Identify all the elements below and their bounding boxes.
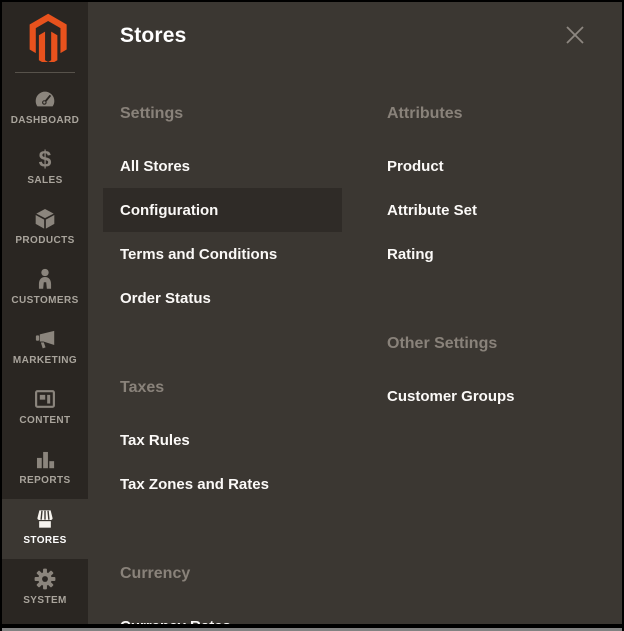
sidebar-item-marketing[interactable]: MARKETING <box>2 319 88 379</box>
person-icon <box>32 266 58 292</box>
section-other-settings: Other Settings Customer Groups <box>387 334 609 418</box>
flyout-column-right: Attributes Product Attribute Set Rating … <box>387 104 609 631</box>
megaphone-icon <box>32 326 58 352</box>
sidebar-item-label: DASHBOARD <box>11 115 80 126</box>
window-bottom-edge <box>2 624 622 631</box>
menu-item-rating[interactable]: Rating <box>370 232 609 276</box>
close-icon <box>564 24 586 46</box>
section-header: Currency <box>120 564 387 584</box>
sidebar-item-label: SALES <box>27 175 62 186</box>
sidebar-nav: DASHBOARD $ SALES PRODUCTS <box>2 79 88 619</box>
section-taxes: Taxes Tax Rules Tax Zones and Rates <box>120 378 387 506</box>
sidebar-item-products[interactable]: PRODUCTS <box>2 199 88 259</box>
stores-flyout-menu: Stores Settings All Stores Configuration… <box>88 2 622 631</box>
menu-item-product[interactable]: Product <box>370 144 609 188</box>
box-icon <box>32 206 58 232</box>
sidebar-item-label: CUSTOMERS <box>11 295 78 306</box>
sidebar-item-sales[interactable]: $ SALES <box>2 139 88 199</box>
magento-logo-icon <box>23 12 67 67</box>
sidebar-item-label: CONTENT <box>19 415 70 426</box>
magento-logo[interactable] <box>2 2 88 70</box>
sidebar-item-label: PRODUCTS <box>15 235 74 246</box>
sidebar-item-label: SYSTEM <box>23 595 67 606</box>
menu-item-all-stores[interactable]: All Stores <box>103 144 342 188</box>
sidebar-item-label: STORES <box>23 535 66 546</box>
sidebar-item-system[interactable]: SYSTEM <box>2 559 88 619</box>
flyout-column-left: Settings All Stores Configuration Terms … <box>120 104 387 631</box>
sidebar-item-dashboard[interactable]: DASHBOARD <box>2 79 88 139</box>
layout-icon <box>32 386 58 412</box>
close-button[interactable] <box>564 24 586 46</box>
section-header: Taxes <box>120 378 387 398</box>
sidebar-item-content[interactable]: CONTENT <box>2 379 88 439</box>
gear-icon <box>32 566 58 592</box>
sidebar-item-label: MARKETING <box>13 355 77 366</box>
bar-chart-icon <box>32 446 58 472</box>
sidebar-divider <box>15 72 75 73</box>
dollar-icon: $ <box>39 146 52 172</box>
section-currency: Currency Currency Rates <box>120 564 387 631</box>
storefront-icon <box>32 506 58 532</box>
sidebar-item-reports[interactable]: REPORTS <box>2 439 88 499</box>
sidebar-item-customers[interactable]: CUSTOMERS <box>2 259 88 319</box>
section-header: Settings <box>120 104 387 124</box>
menu-item-order-status[interactable]: Order Status <box>103 276 342 320</box>
gauge-icon <box>32 86 58 112</box>
menu-item-customer-groups[interactable]: Customer Groups <box>370 374 609 418</box>
menu-item-tax-rules[interactable]: Tax Rules <box>103 418 342 462</box>
flyout-header: Stores <box>120 22 596 72</box>
section-settings: Settings All Stores Configuration Terms … <box>120 104 387 320</box>
menu-item-attribute-set[interactable]: Attribute Set <box>370 188 609 232</box>
menu-item-tax-zones-and-rates[interactable]: Tax Zones and Rates <box>103 462 342 506</box>
admin-sidebar: DASHBOARD $ SALES PRODUCTS <box>2 2 88 631</box>
section-header: Attributes <box>387 104 609 124</box>
sidebar-item-label: REPORTS <box>19 475 70 486</box>
flyout-title: Stores <box>120 22 187 50</box>
flyout-columns: Settings All Stores Configuration Terms … <box>120 104 596 631</box>
sidebar-item-stores[interactable]: STORES <box>2 499 88 559</box>
magento-admin-window: DASHBOARD $ SALES PRODUCTS <box>0 0 624 631</box>
section-attributes: Attributes Product Attribute Set Rating <box>387 104 609 276</box>
menu-item-configuration[interactable]: Configuration <box>103 188 342 232</box>
section-header: Other Settings <box>387 334 609 354</box>
menu-item-terms-and-conditions[interactable]: Terms and Conditions <box>103 232 342 276</box>
